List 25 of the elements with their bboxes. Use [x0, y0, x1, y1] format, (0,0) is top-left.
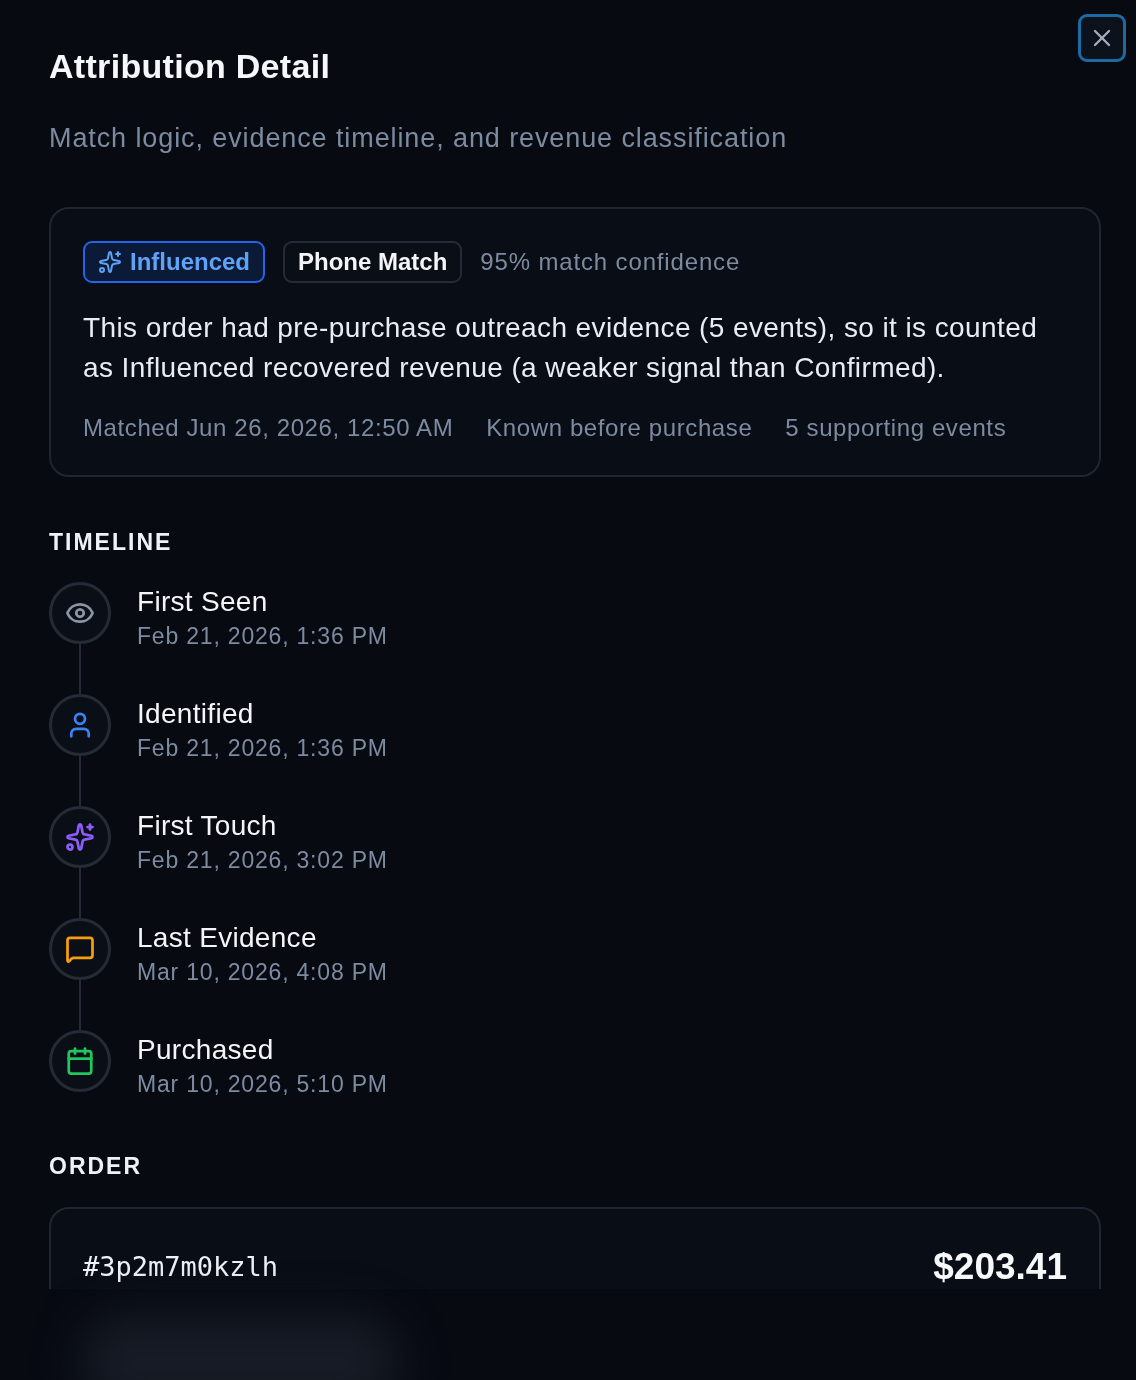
order-id: #3p2m7m0kzlh — [83, 1250, 279, 1284]
event-title: Purchased — [137, 1033, 274, 1067]
match-confidence: 95% match confidence — [480, 248, 741, 276]
close-button[interactable] — [1078, 14, 1126, 62]
event-time: Mar 10, 2026, 5:10 PM — [137, 1070, 388, 1099]
event-title: First Touch — [137, 809, 277, 843]
meta-text: 5 supporting events — [785, 413, 1007, 443]
event-time: Mar 10, 2026, 4:08 PM — [137, 958, 388, 987]
explanation-text: This order had pre-purchase outreach evidence (5 events), so it is counted as Influenced recovered revenue (a weaker signal than Confirmed). — [83, 311, 1039, 385]
event-time: Feb 21, 2026, 1:36 PM — [137, 622, 388, 651]
order-total: $203.41 — [933, 1247, 1067, 1287]
dialog-subtitle: Match logic, evidence timeline, and revenue classification — [49, 122, 788, 155]
match-type-badge: Phone Match — [283, 241, 463, 283]
event-time: Feb 21, 2026, 3:02 PM — [137, 846, 388, 875]
meta-text: Matched Jun 26, 2026, 12:50 AM — [83, 413, 454, 443]
event-time: Feb 21, 2026, 1:36 PM — [137, 734, 388, 763]
sparkles-icon — [98, 250, 122, 274]
event-title: Last Evidence — [137, 921, 317, 955]
section-heading: ORDER — [49, 1152, 143, 1181]
classification-badge: Influenced — [83, 241, 265, 283]
dialog-title: Attribution Detail — [49, 46, 331, 87]
event-title: Identified — [137, 697, 254, 731]
section-heading: TIMELINE — [49, 528, 173, 557]
event-title: First Seen — [137, 585, 268, 619]
meta-text: Known before purchase — [486, 413, 753, 443]
